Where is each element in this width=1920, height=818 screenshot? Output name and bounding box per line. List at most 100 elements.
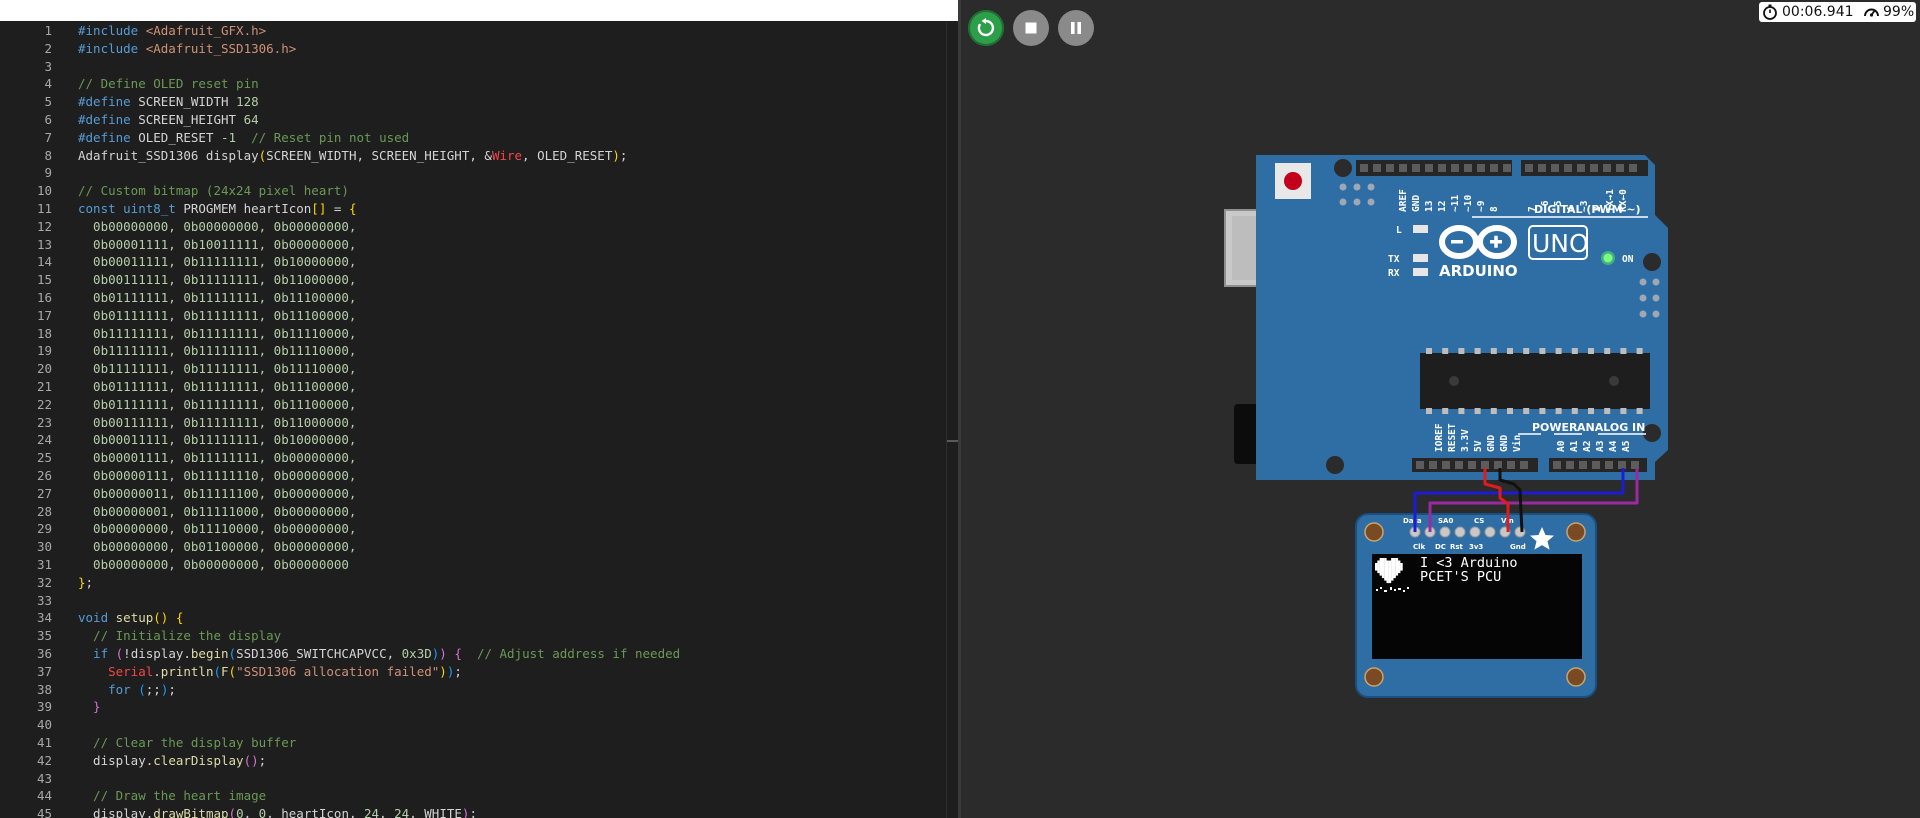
header-pin[interactable] [1618, 461, 1626, 469]
code-text[interactable]: #define SCREEN_HEIGHT 64 [78, 111, 259, 129]
header-pin[interactable] [1507, 461, 1515, 469]
code-line[interactable]: 9 [0, 164, 940, 182]
oled-pin[interactable] [1469, 526, 1481, 538]
code-line[interactable]: 2 #include <Adafruit_SSD1306.h> [0, 40, 940, 58]
code-text[interactable]: }; [78, 574, 93, 592]
header-pin[interactable] [1603, 164, 1611, 172]
oled-display-module[interactable]: Data SA0 CS VinClk DC Rst 3v3 Gnd I <3 Arduino … [1355, 513, 1597, 698]
header-pin[interactable] [1616, 164, 1624, 172]
header-pin[interactable] [1525, 164, 1533, 172]
code-line[interactable]: 16 0b01111111, 0b11111111, 0b11100000, [0, 289, 940, 307]
code-text[interactable]: if (!display.begin(SSD1306_SWITCHCAPVCC,… [78, 645, 680, 663]
code-line[interactable]: 40 [0, 716, 940, 734]
code-text[interactable]: #include <Adafruit_GFX.h> [78, 22, 266, 40]
header-pin[interactable] [1425, 164, 1433, 172]
code-line[interactable]: 37 Serial.println(F("SSD1306 allocation … [0, 663, 940, 681]
code-text[interactable]: display.clearDisplay(); [78, 752, 266, 770]
code-line[interactable]: 11 const uint8_t PROGMEM heartIcon[] = { [0, 200, 940, 218]
code-text[interactable]: 0b00000000, 0b00000000, 0b00000000, [78, 218, 356, 236]
code-line[interactable]: 17 0b01111111, 0b11111111, 0b11100000, [0, 307, 940, 325]
oled-pin[interactable] [1439, 526, 1451, 538]
header-pin[interactable] [1455, 461, 1463, 469]
code-text[interactable]: 0b00000001, 0b11111000, 0b00000000, [78, 503, 356, 521]
header-pin[interactable] [1503, 164, 1511, 172]
header-pin[interactable] [1416, 461, 1424, 469]
code-text[interactable]: 0b00000111, 0b11111110, 0b00000000, [78, 467, 356, 485]
pause-simulation-button[interactable] [1058, 10, 1094, 46]
header-pin[interactable] [1551, 164, 1559, 172]
header-pin[interactable] [1579, 461, 1587, 469]
code-text[interactable]: 0b00001111, 0b10011111, 0b00000000, [78, 236, 356, 254]
code-line[interactable]: 30 0b00000000, 0b01100000, 0b00000000, [0, 538, 940, 556]
header-pin[interactable] [1520, 461, 1528, 469]
code-line[interactable]: 43 [0, 770, 940, 788]
code-line[interactable]: 4 // Define OLED reset pin [0, 75, 940, 93]
arduino-uno-board[interactable]: AREF GND 13 12 ~11 ~10 ~9 8 7 ~6 ~5 4 ~3 2 TX→1 RX←0 DI… [1256, 155, 1668, 480]
code-line[interactable]: 24 0b00011111, 0b11111111, 0b10000000, [0, 431, 940, 449]
code-text[interactable]: 0b00011111, 0b11111111, 0b10000000, [78, 431, 356, 449]
editor-scroll-thumb[interactable] [947, 440, 958, 442]
code-area[interactable]: 1 #include <Adafruit_GFX.h> 2 #include <Ada… [0, 22, 958, 818]
oled-pin[interactable] [1454, 526, 1466, 538]
code-text[interactable]: // Define OLED reset pin [78, 75, 259, 93]
header-pin[interactable] [1553, 461, 1561, 469]
code-text[interactable]: 0b01111111, 0b11111111, 0b11100000, [78, 289, 356, 307]
code-line[interactable]: 42 display.clearDisplay(); [0, 752, 940, 770]
header-pin[interactable] [1468, 461, 1476, 469]
header-pin[interactable] [1592, 461, 1600, 469]
code-line[interactable]: 12 0b00000000, 0b00000000, 0b00000000, [0, 218, 940, 236]
code-line[interactable]: 29 0b00000000, 0b11110000, 0b00000000, [0, 520, 940, 538]
code-text[interactable]: 0b01111111, 0b11111111, 0b11100000, [78, 396, 356, 414]
header-pin[interactable] [1399, 164, 1407, 172]
code-line[interactable]: 31 0b00000000, 0b00000000, 0b00000000 [0, 556, 940, 574]
code-text[interactable]: 0b00111111, 0b11111111, 0b11000000, [78, 414, 356, 432]
code-text[interactable]: void setup() { [78, 609, 183, 627]
header-pin[interactable] [1577, 164, 1585, 172]
code-line[interactable]: 35 // Initialize the display [0, 627, 940, 645]
header-pin[interactable] [1564, 164, 1572, 172]
code-line[interactable]: 18 0b11111111, 0b11111111, 0b11110000, [0, 325, 940, 343]
code-text[interactable]: 0b00001111, 0b11111111, 0b00000000, [78, 449, 356, 467]
code-line[interactable]: 10 // Custom bitmap (24x24 pixel heart) [0, 182, 940, 200]
header-pin[interactable] [1494, 461, 1502, 469]
restart-simulation-button[interactable] [968, 10, 1004, 46]
code-line[interactable]: 41 // Clear the display buffer [0, 734, 940, 752]
code-text[interactable]: 0b00111111, 0b11111111, 0b11000000, [78, 271, 356, 289]
code-text[interactable]: 0b11111111, 0b11111111, 0b11110000, [78, 360, 356, 378]
code-line[interactable]: 33 [0, 592, 940, 610]
code-text[interactable]: Adafruit_SSD1306 display(SCREEN_WIDTH, S… [78, 147, 627, 165]
code-text[interactable]: #include <Adafruit_SSD1306.h> [78, 40, 296, 58]
code-line[interactable]: 32}; [0, 574, 940, 592]
code-text[interactable]: 0b00000000, 0b01100000, 0b00000000, [78, 538, 356, 556]
header-pin[interactable] [1629, 164, 1637, 172]
code-line[interactable]: 6 #define SCREEN_HEIGHT 64 [0, 111, 940, 129]
header-pin[interactable] [1412, 164, 1420, 172]
code-line[interactable]: 44 // Draw the heart image [0, 787, 940, 805]
header-pin[interactable] [1429, 461, 1437, 469]
code-line[interactable]: 7 #define OLED_RESET -1 // Reset pin not … [0, 129, 940, 147]
header-pin[interactable] [1481, 461, 1489, 469]
code-text[interactable]: // Custom bitmap (24x24 pixel heart) [78, 182, 349, 200]
code-line[interactable]: 25 0b00001111, 0b11111111, 0b00000000, [0, 449, 940, 467]
code-line[interactable]: 28 0b00000001, 0b11111000, 0b00000000, [0, 503, 940, 521]
code-line[interactable]: 36 if (!display.begin(SSD1306_SWITCHCAPV… [0, 645, 940, 663]
header-pin[interactable] [1451, 164, 1459, 172]
code-text[interactable]: for (;;); [78, 681, 176, 699]
stop-simulation-button[interactable] [1013, 10, 1049, 46]
header-pin[interactable] [1386, 164, 1394, 172]
code-line[interactable]: 8 Adafruit_SSD1306 display(SCREEN_WIDTH, … [0, 147, 940, 165]
code-line[interactable]: 45 display.drawBitmap(0, 0, heartIcon, 2… [0, 805, 940, 818]
code-line[interactable]: 22 0b01111111, 0b11111111, 0b11100000, [0, 396, 940, 414]
header-pin[interactable] [1464, 164, 1472, 172]
code-text[interactable]: #define SCREEN_WIDTH 128 [78, 93, 259, 111]
code-text[interactable]: // Draw the heart image [78, 787, 266, 805]
header-pin[interactable] [1442, 461, 1450, 469]
oled-pin[interactable] [1484, 526, 1496, 538]
code-text[interactable]: 0b01111111, 0b11111111, 0b11100000, [78, 378, 356, 396]
header-pin[interactable] [1477, 164, 1485, 172]
code-text[interactable]: 0b00011111, 0b11111111, 0b10000000, [78, 253, 356, 271]
code-text[interactable]: // Clear the display buffer [78, 734, 296, 752]
code-line[interactable]: 39 } [0, 698, 940, 716]
code-text[interactable]: // Initialize the display [78, 627, 281, 645]
code-text[interactable]: 0b11111111, 0b11111111, 0b11110000, [78, 342, 356, 360]
